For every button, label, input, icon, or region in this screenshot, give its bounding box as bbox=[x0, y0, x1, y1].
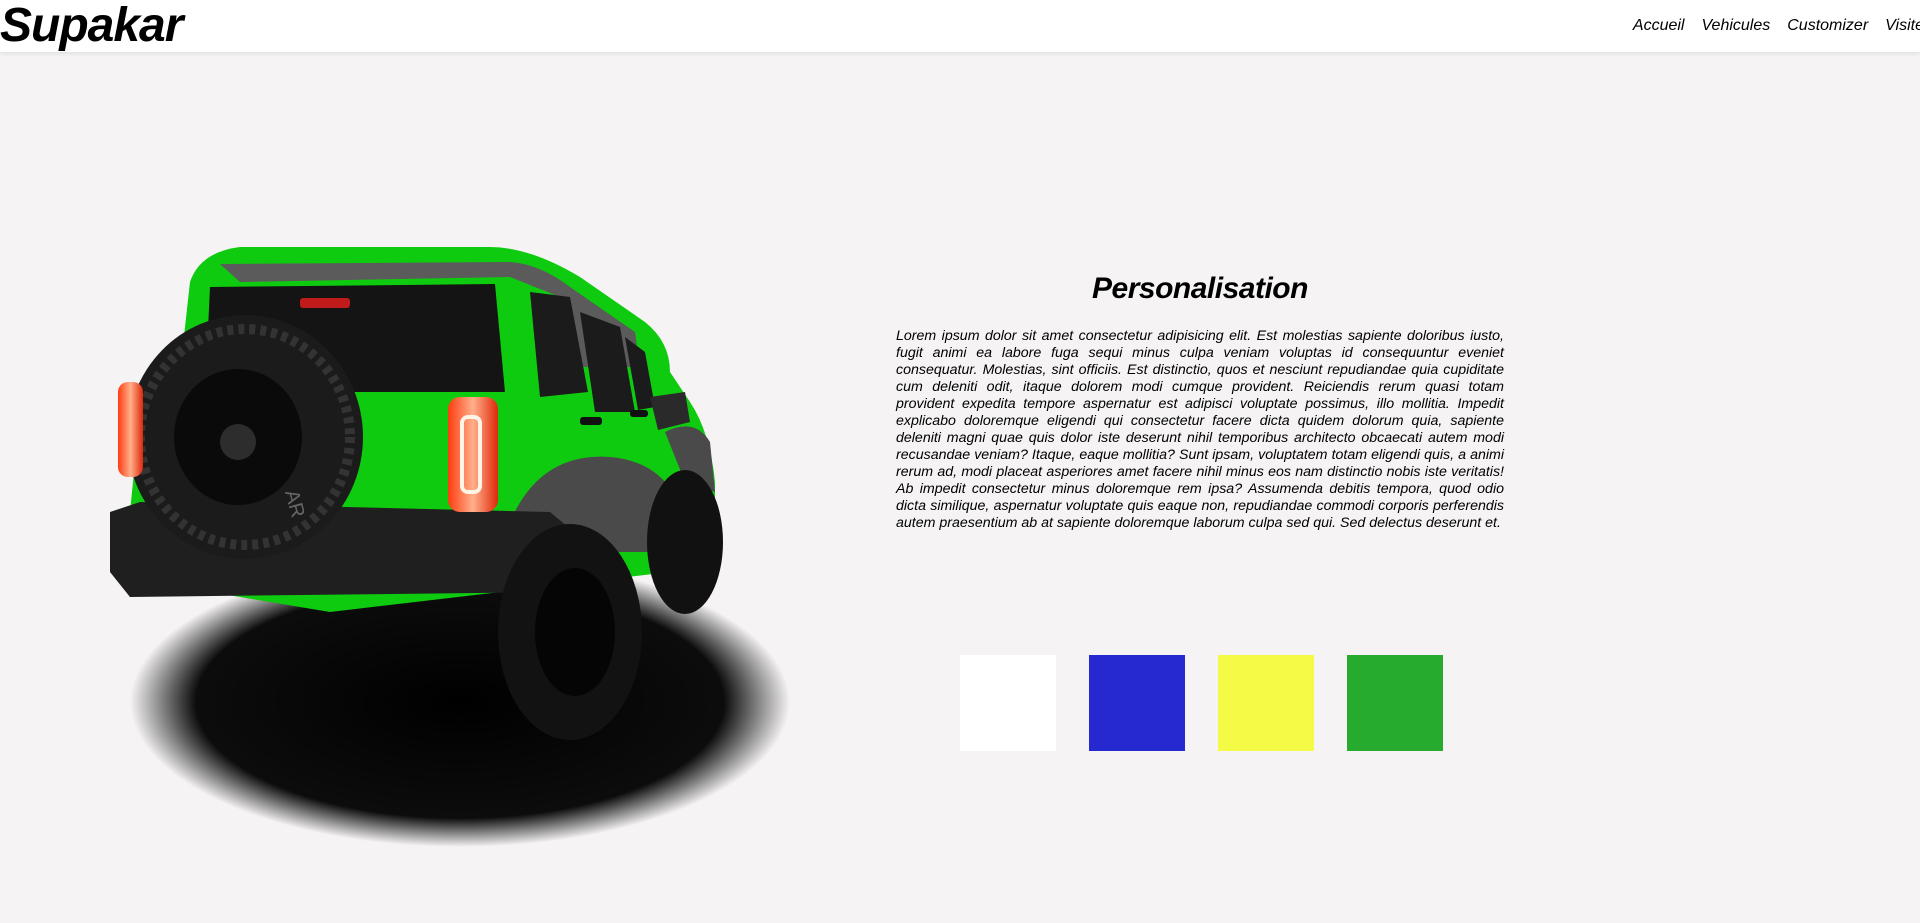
customizer-section: AR Personalisation Lorem ipsum dolor sit… bbox=[0, 52, 1920, 923]
page-title: Personalisation bbox=[1092, 272, 1308, 305]
color-swatch-white[interactable] bbox=[960, 655, 1056, 751]
nav-link-vehicules[interactable]: Vehicules bbox=[1701, 17, 1770, 35]
color-swatches bbox=[960, 655, 1443, 751]
customizer-panel: Personalisation Lorem ipsum dolor sit am… bbox=[896, 272, 1504, 532]
nav-link-customizer[interactable]: Customizer bbox=[1787, 17, 1868, 35]
car-image: AR bbox=[110, 247, 790, 847]
tail-light-left bbox=[118, 382, 143, 477]
nav-link-accueil[interactable]: Accueil bbox=[1633, 17, 1685, 35]
color-swatch-yellow[interactable] bbox=[1218, 655, 1314, 751]
nav-link-visite[interactable]: Visite bbox=[1885, 17, 1920, 35]
description-text: Lorem ipsum dolor sit amet consectetur a… bbox=[896, 328, 1504, 531]
brand-logo[interactable]: Supakar bbox=[0, 0, 183, 52]
color-swatch-green[interactable] bbox=[1347, 655, 1443, 751]
car-preview: AR bbox=[110, 192, 850, 852]
tail-light-right bbox=[448, 397, 498, 512]
nav-links: Accueil Vehicules Customizer Visite bbox=[1633, 0, 1920, 52]
navbar: Supakar Accueil Vehicules Customizer Vis… bbox=[0, 0, 1920, 52]
color-swatch-blue[interactable] bbox=[1089, 655, 1185, 751]
